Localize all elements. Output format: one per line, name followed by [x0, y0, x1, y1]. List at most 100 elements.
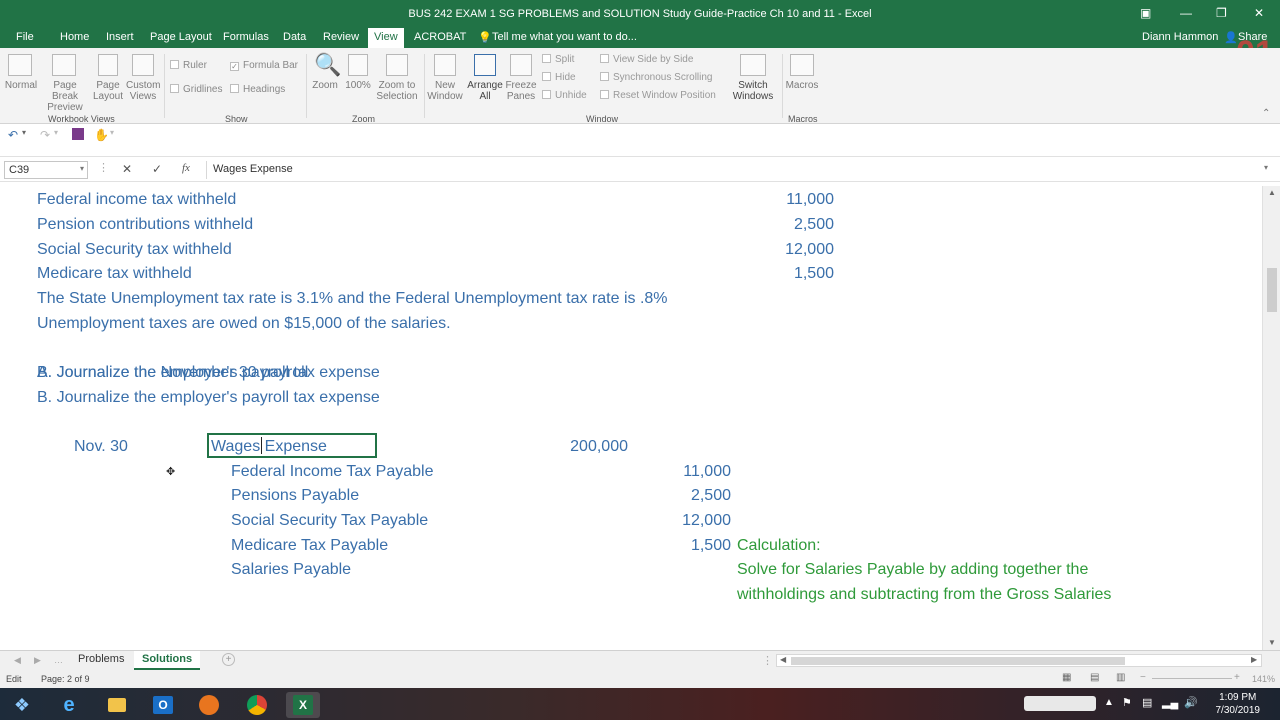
insert-function-icon[interactable]: fx — [182, 162, 190, 174]
formula-bar-checkbox[interactable]: ✓ Formula Bar — [230, 60, 298, 71]
tab-formulas[interactable]: Formulas — [223, 31, 269, 43]
view-side-by-side-button[interactable]: View Side by Side — [600, 54, 693, 65]
volume-icon[interactable]: 🔊 — [1184, 696, 1198, 709]
user-name[interactable]: Diann Hammon — [1142, 31, 1218, 43]
redo-icon[interactable]: ↷ — [40, 128, 50, 142]
scroll-thumb[interactable] — [1267, 268, 1277, 312]
freeze-panes-button[interactable]: Freeze Panes — [502, 80, 540, 102]
page-break-preview-button[interactable]: Page Break Preview — [40, 80, 90, 113]
signal-icon[interactable]: ▂▄ — [1162, 696, 1178, 709]
tab-file[interactable]: File — [16, 31, 34, 43]
undo-dropdown-icon[interactable]: ▾ — [22, 128, 26, 137]
new-window-button[interactable]: New Window — [426, 80, 464, 102]
arrange-all-button[interactable]: Arrange All — [466, 80, 504, 102]
internet-explorer-icon[interactable]: e — [52, 692, 86, 718]
normal-view-status-icon[interactable]: ▦ — [1062, 672, 1071, 683]
hide-button[interactable]: Hide — [542, 72, 576, 83]
formula-input[interactable]: Wages Expense — [206, 161, 1276, 179]
hscroll-thumb[interactable] — [791, 657, 1125, 665]
reset-window-position-button[interactable]: Reset Window Position — [600, 90, 716, 101]
cell-federal-income-tax-value[interactable]: 11,000 — [734, 191, 834, 209]
ellipsis-icon[interactable]: … — [54, 655, 63, 665]
page-break-status-icon[interactable]: ▥ — [1116, 672, 1125, 683]
taskbar-clock[interactable]: 1:09 PM 7/30/2019 — [1216, 691, 1261, 717]
file-explorer-icon[interactable] — [100, 692, 134, 718]
cell-credit-amount[interactable]: 11,000 — [631, 463, 731, 481]
collapse-ribbon-icon[interactable]: ⌃ — [1262, 108, 1270, 119]
zoom-100-button[interactable]: 100% — [344, 80, 372, 91]
cell-unemployment-owed-note[interactable]: Unemployment taxes are owed on $15,000 o… — [37, 315, 451, 333]
tab-page-layout[interactable]: Page Layout — [150, 31, 212, 43]
windows-start-icon[interactable]: ❖ — [4, 692, 40, 718]
cell-pension-label[interactable]: Pension contributions withheld — [37, 216, 253, 234]
cell-credit-account[interactable]: Pensions Payable — [231, 487, 359, 505]
synchronous-scrolling-button[interactable]: Synchronous Scrolling — [600, 72, 713, 83]
sheet-tab-solutions[interactable]: Solutions — [134, 651, 201, 670]
cell-credit-account[interactable]: Social Security Tax Payable — [231, 512, 428, 530]
scroll-up-icon[interactable]: ▲ — [1268, 188, 1276, 197]
cell-credit-amount[interactable]: 12,000 — [631, 512, 731, 530]
scroll-right-icon[interactable]: ▶ — [1251, 655, 1257, 664]
firefox-icon[interactable] — [192, 692, 226, 718]
zoom-level[interactable]: 141% — [1252, 674, 1275, 684]
page-layout-status-icon[interactable]: ▤ — [1090, 672, 1099, 683]
cell-calculation-line-1[interactable]: Solve for Salaries Payable by adding tog… — [737, 561, 1088, 579]
headings-checkbox[interactable]: Headings — [230, 84, 285, 95]
switch-windows-button[interactable]: Switch Windows — [728, 80, 778, 102]
close-icon[interactable]: ✕ — [1254, 6, 1264, 20]
tab-scroll-right-icon[interactable]: ▶ — [34, 655, 41, 666]
scroll-left-icon[interactable]: ◀ — [780, 655, 786, 664]
enter-icon[interactable]: ✓ — [152, 162, 162, 176]
cell-medicare-label[interactable]: Medicare tax withheld — [37, 265, 192, 283]
cell-federal-income-tax-label[interactable]: Federal income tax withheld — [37, 191, 236, 209]
undo-icon[interactable]: ↶ — [8, 128, 18, 142]
sheet-tab-problems[interactable]: Problems — [70, 651, 132, 670]
tab-insert[interactable]: Insert — [106, 31, 134, 43]
outlook-icon[interactable]: O — [146, 692, 180, 718]
cell-credit-amount[interactable]: 2,500 — [631, 487, 731, 505]
customize-qat-icon[interactable]: ▾ — [110, 128, 114, 137]
cell-social-security-label[interactable]: Social Security tax withheld — [37, 241, 232, 259]
add-sheet-icon[interactable]: + — [222, 653, 235, 666]
cell-credit-account[interactable]: Federal Income Tax Payable — [231, 463, 433, 481]
cell-credit-amount[interactable]: 1,500 — [631, 537, 731, 555]
vertical-scrollbar[interactable]: ▲ ▼ — [1262, 186, 1280, 650]
split-button[interactable]: Split — [542, 54, 574, 65]
save-icon[interactable] — [72, 128, 84, 140]
network-icon[interactable]: ▤ — [1142, 696, 1152, 709]
macros-button[interactable]: Macros — [784, 80, 820, 91]
cell-debit-amount[interactable]: 200,000 — [528, 438, 628, 456]
gridlines-checkbox[interactable]: Gridlines — [170, 84, 222, 95]
show-hidden-icons-icon[interactable]: ▲ — [1104, 697, 1114, 708]
restore-icon[interactable]: ❐ — [1216, 6, 1227, 20]
tab-review[interactable]: Review — [323, 31, 359, 43]
unhide-button[interactable]: Unhide — [542, 90, 587, 101]
ribbon-display-options-icon[interactable]: ▣ — [1140, 6, 1151, 20]
cell-calculation-title[interactable]: Calculation: — [737, 537, 821, 555]
normal-view-button[interactable]: Normal — [2, 80, 40, 91]
minimize-icon[interactable]: — — [1180, 6, 1192, 20]
tab-acrobat[interactable]: ACROBAT — [414, 31, 466, 43]
tab-home[interactable]: Home — [60, 31, 89, 43]
flag-icon[interactable]: ⚑ — [1122, 696, 1132, 709]
zoom-out-icon[interactable]: − — [1140, 672, 1146, 683]
tab-scroll-left-icon[interactable]: ◀ — [14, 655, 21, 666]
cell-task-b[interactable]: B. Journalize the employer's payroll tax… — [37, 389, 380, 407]
tell-me-search[interactable]: Tell me what you want to do... — [492, 31, 637, 43]
page-layout-button[interactable]: Page Layout — [92, 80, 124, 102]
custom-views-button[interactable]: Custom Views — [126, 80, 160, 102]
tab-view[interactable]: View — [368, 28, 404, 48]
scroll-down-icon[interactable]: ▼ — [1268, 638, 1276, 647]
zoom-slider[interactable] — [1152, 678, 1232, 679]
zoom-button[interactable]: Zoom — [308, 80, 342, 91]
zoom-in-icon[interactable]: + — [1234, 672, 1240, 683]
tab-data[interactable]: Data — [283, 31, 306, 43]
cell-calculation-line-2[interactable]: withholdings and subtracting from the Gr… — [737, 586, 1111, 604]
zoom-to-selection-button[interactable]: Zoom to Selection — [374, 80, 420, 102]
redo-dropdown-icon[interactable]: ▾ — [54, 128, 58, 137]
expand-formula-bar-icon[interactable]: ▾ — [1264, 163, 1268, 172]
horizontal-scrollbar[interactable]: ◀ ▶ — [776, 654, 1262, 667]
cell-pension-value[interactable]: 2,500 — [734, 216, 834, 234]
cell-task-a[interactable]: A. Journalize the November 30 payroll — [37, 364, 308, 382]
cell-credit-account[interactable]: Salaries Payable — [231, 561, 351, 579]
